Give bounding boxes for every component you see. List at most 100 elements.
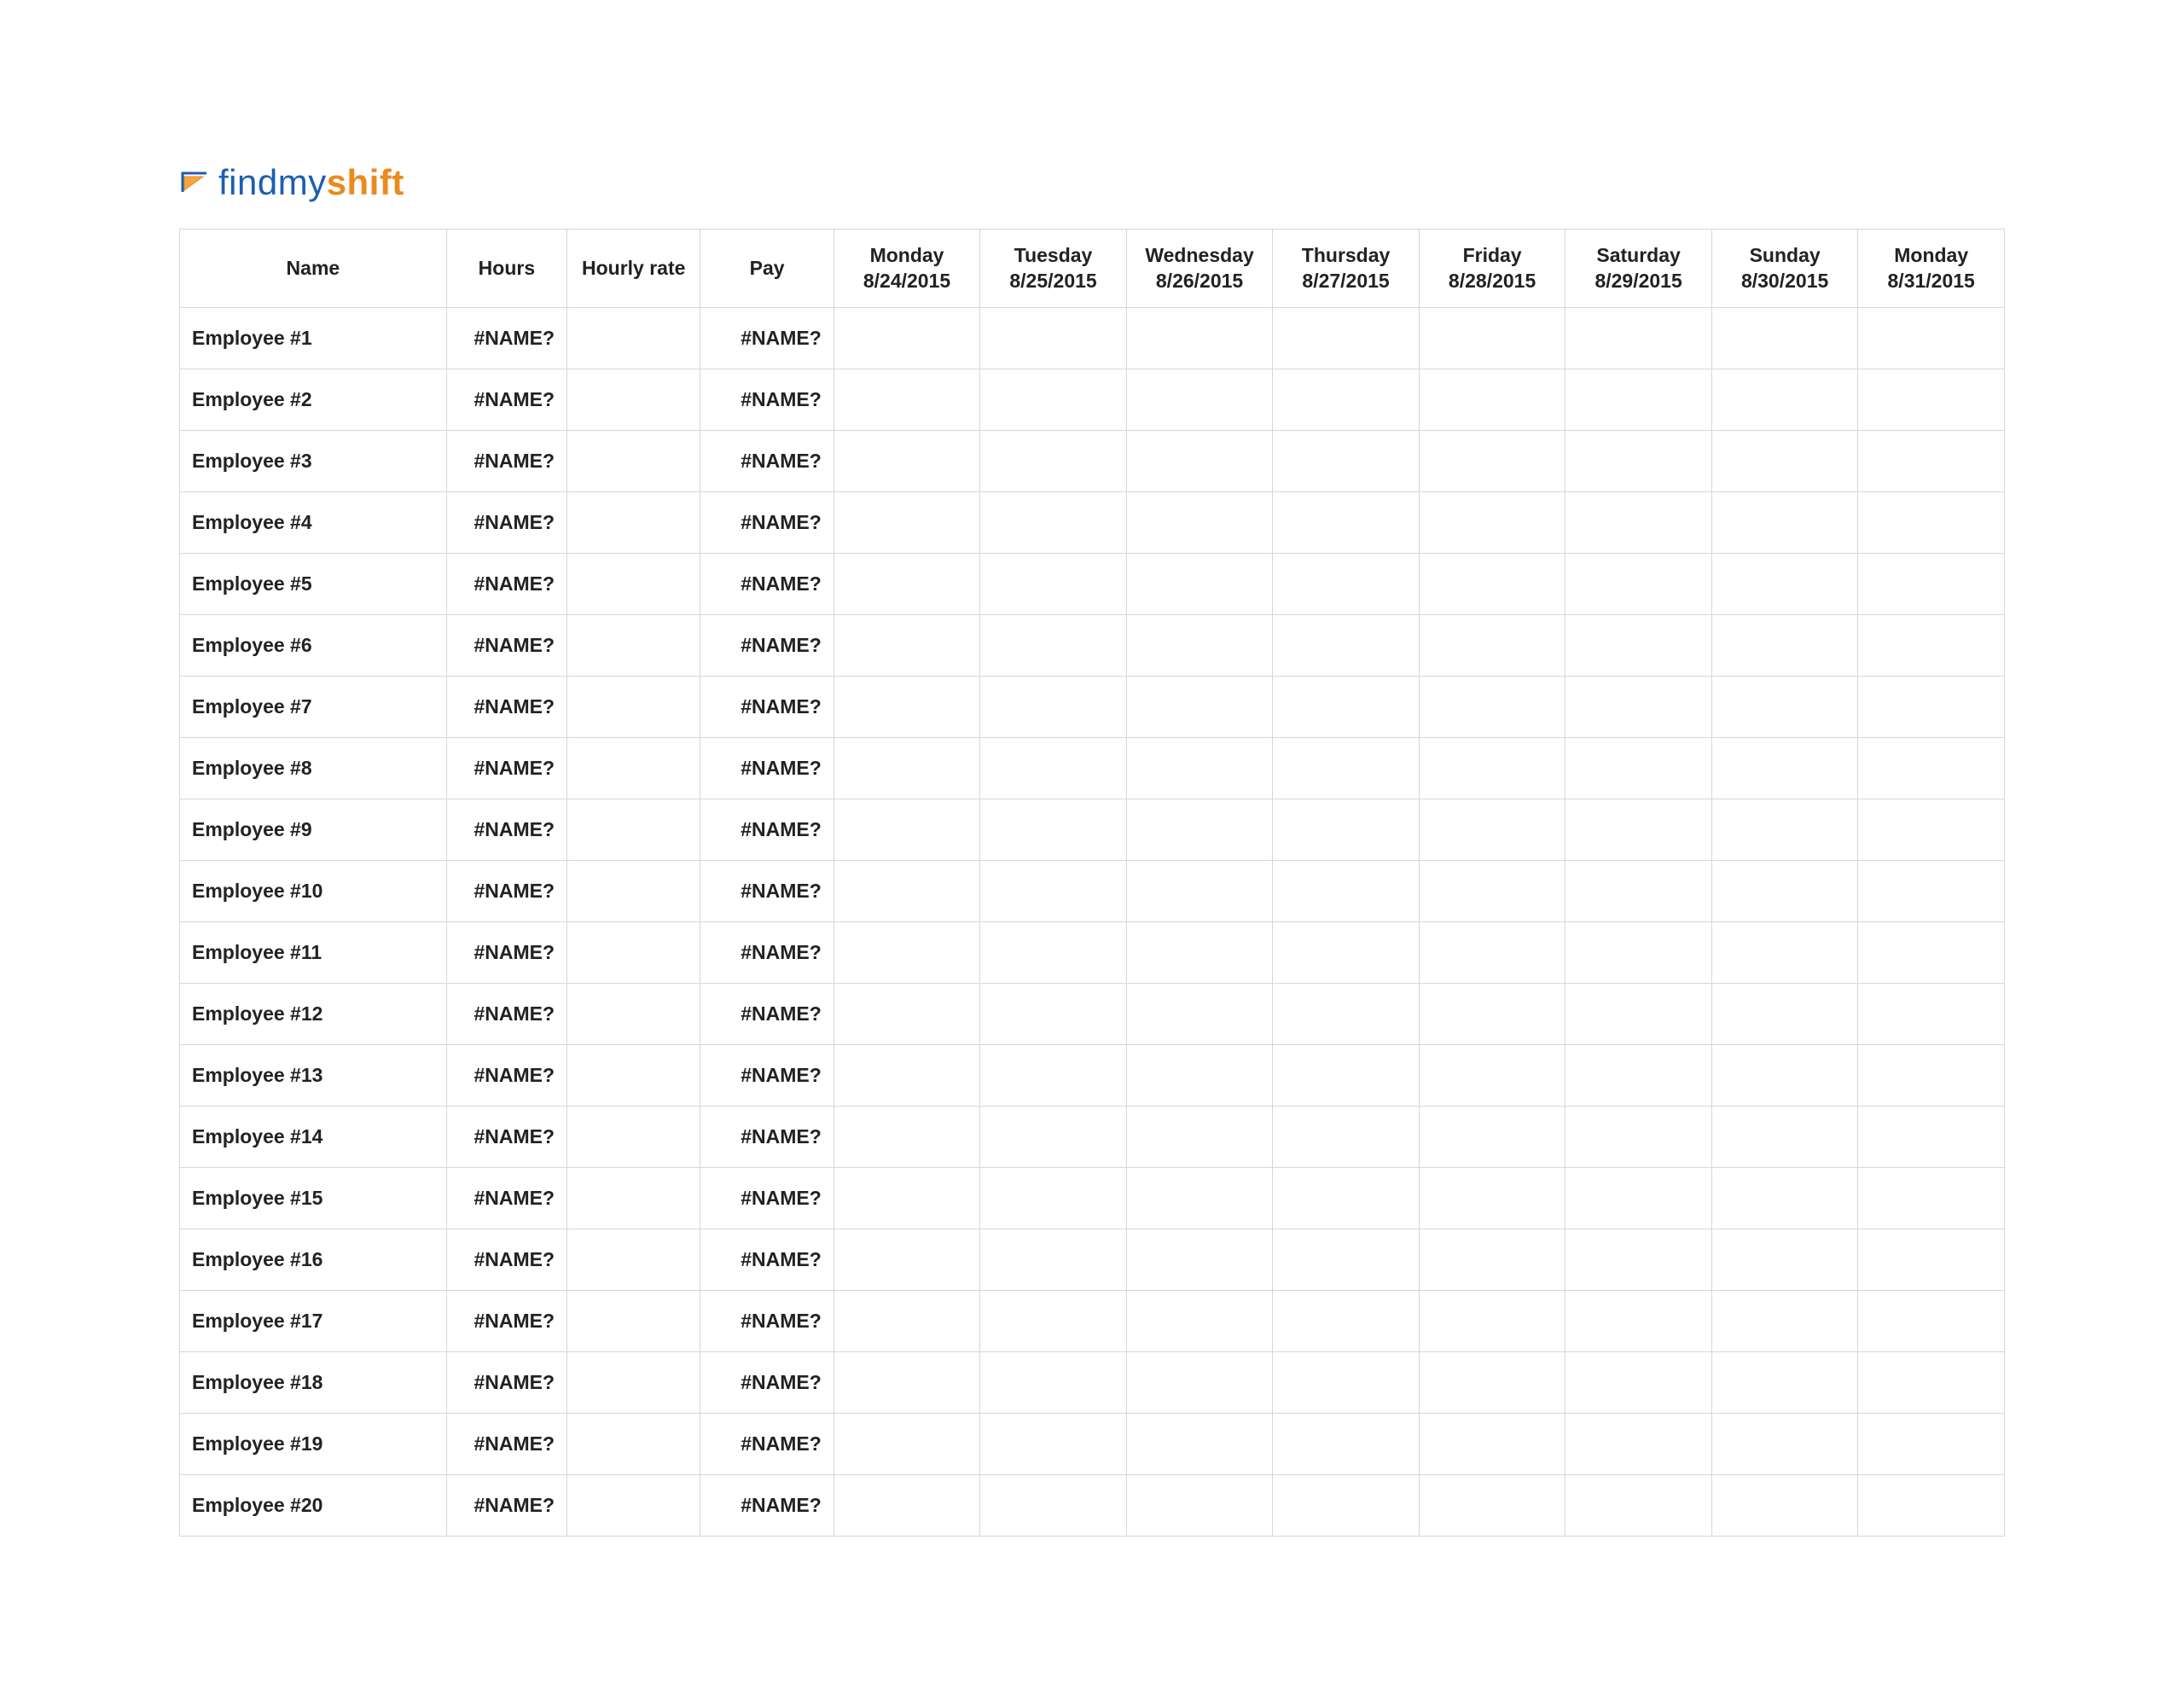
cell-hours: #NAME? <box>446 861 566 922</box>
table-row: Employee #18#NAME?#NAME? <box>180 1352 2005 1414</box>
cell-hours: #NAME? <box>446 984 566 1045</box>
cell-day <box>1858 738 2005 799</box>
cell-pay: #NAME? <box>700 554 834 615</box>
header-pay: Pay <box>700 230 834 308</box>
cell-pay: #NAME? <box>700 799 834 861</box>
cell-day <box>1565 861 1712 922</box>
cell-name: Employee #18 <box>180 1352 447 1414</box>
cell-hours: #NAME? <box>446 554 566 615</box>
cell-day <box>1565 492 1712 554</box>
cell-hours: #NAME? <box>446 308 566 369</box>
cell-day <box>834 922 980 984</box>
cell-day <box>1273 369 1420 431</box>
header-day-date: 8/25/2015 <box>992 269 1114 294</box>
cell-day <box>1273 1414 1420 1475</box>
cell-rate <box>567 492 700 554</box>
cell-day <box>1126 1414 1273 1475</box>
cell-day <box>980 738 1127 799</box>
cell-day <box>1419 799 1565 861</box>
cell-day <box>834 1291 980 1352</box>
cell-day <box>834 369 980 431</box>
cell-day <box>834 1107 980 1168</box>
cell-day <box>1565 1045 1712 1107</box>
cell-day <box>980 922 1127 984</box>
cell-day <box>1565 984 1712 1045</box>
header-day-name: Monday <box>846 243 968 269</box>
cell-pay: #NAME? <box>700 1107 834 1168</box>
cell-day <box>834 1475 980 1537</box>
cell-day <box>1858 492 2005 554</box>
table-row: Employee #14#NAME?#NAME? <box>180 1107 2005 1168</box>
cell-day <box>1711 1352 1858 1414</box>
cell-day <box>1126 1475 1273 1537</box>
header-day-name: Sunday <box>1724 243 1846 269</box>
cell-pay: #NAME? <box>700 677 834 738</box>
cell-day <box>1711 554 1858 615</box>
cell-day <box>1565 369 1712 431</box>
cell-day <box>1273 1168 1420 1229</box>
cell-day <box>1419 861 1565 922</box>
cell-day <box>1565 554 1712 615</box>
cell-day <box>1273 554 1420 615</box>
cell-day <box>834 1168 980 1229</box>
cell-day <box>1273 1229 1420 1291</box>
logo-text: findmyshift <box>218 162 404 203</box>
cell-pay: #NAME? <box>700 1291 834 1352</box>
cell-day <box>1858 1414 2005 1475</box>
header-day: Saturday8/29/2015 <box>1565 230 1712 308</box>
cell-day <box>1273 1045 1420 1107</box>
cell-hours: #NAME? <box>446 431 566 492</box>
cell-day <box>1858 308 2005 369</box>
cell-name: Employee #2 <box>180 369 447 431</box>
cell-day <box>1273 677 1420 738</box>
cell-day <box>1711 431 1858 492</box>
cell-rate <box>567 615 700 677</box>
cell-day <box>1273 922 1420 984</box>
cell-name: Employee #10 <box>180 861 447 922</box>
cell-day <box>980 1291 1127 1352</box>
cell-name: Employee #12 <box>180 984 447 1045</box>
logo-icon <box>179 170 210 195</box>
cell-name: Employee #6 <box>180 615 447 677</box>
cell-name: Employee #11 <box>180 922 447 984</box>
cell-day <box>1126 615 1273 677</box>
cell-day <box>1126 922 1273 984</box>
table-row: Employee #6#NAME?#NAME? <box>180 615 2005 677</box>
cell-pay: #NAME? <box>700 1168 834 1229</box>
schedule-table: Name Hours Hourly rate Pay Monday8/24/20… <box>179 229 2005 1537</box>
cell-rate <box>567 1475 700 1537</box>
table-row: Employee #10#NAME?#NAME? <box>180 861 2005 922</box>
cell-day <box>980 677 1127 738</box>
cell-name: Employee #8 <box>180 738 447 799</box>
cell-day <box>1419 554 1565 615</box>
cell-day <box>1565 1414 1712 1475</box>
cell-rate <box>567 1168 700 1229</box>
cell-hours: #NAME? <box>446 1475 566 1537</box>
cell-rate <box>567 677 700 738</box>
cell-hours: #NAME? <box>446 1045 566 1107</box>
header-row: Name Hours Hourly rate Pay Monday8/24/20… <box>180 230 2005 308</box>
table-row: Employee #20#NAME?#NAME? <box>180 1475 2005 1537</box>
cell-hours: #NAME? <box>446 1352 566 1414</box>
header-day-name: Saturday <box>1577 243 1699 269</box>
cell-day <box>1273 615 1420 677</box>
cell-day <box>834 677 980 738</box>
cell-rate <box>567 738 700 799</box>
cell-name: Employee #19 <box>180 1414 447 1475</box>
cell-hours: #NAME? <box>446 492 566 554</box>
header-day-name: Monday <box>1870 243 1992 269</box>
cell-pay: #NAME? <box>700 1229 834 1291</box>
cell-day <box>1126 861 1273 922</box>
cell-day <box>980 1229 1127 1291</box>
header-hours: Hours <box>446 230 566 308</box>
cell-day <box>1273 492 1420 554</box>
cell-day <box>1273 1352 1420 1414</box>
cell-day <box>1419 984 1565 1045</box>
cell-pay: #NAME? <box>700 1475 834 1537</box>
logo: findmyshift <box>179 162 2005 203</box>
cell-day <box>1126 308 1273 369</box>
cell-day <box>1419 431 1565 492</box>
cell-hours: #NAME? <box>446 1291 566 1352</box>
cell-day <box>1858 615 2005 677</box>
cell-day <box>1273 1475 1420 1537</box>
